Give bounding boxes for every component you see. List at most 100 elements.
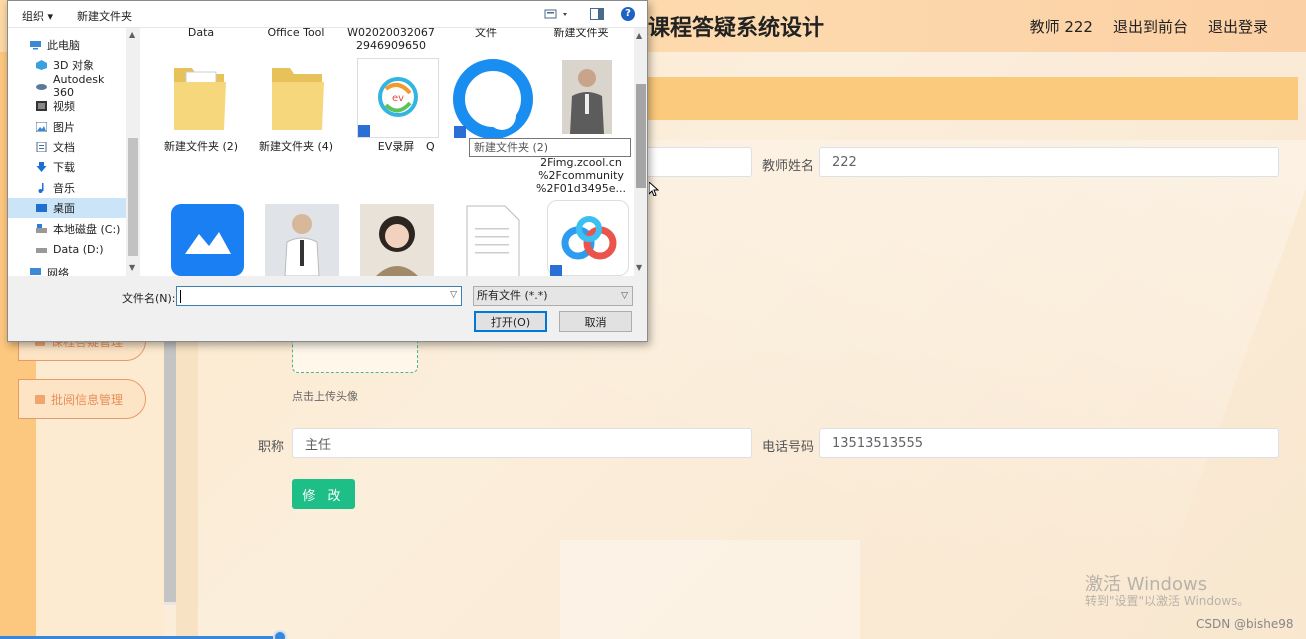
video-icon — [36, 101, 47, 111]
text-caret — [180, 290, 181, 303]
baidu-netdisk-icon[interactable] — [547, 200, 629, 276]
nav-item-drive-c[interactable]: 本地磁盘 (C:) — [8, 219, 126, 239]
chevron-down-icon[interactable]: ▽ — [450, 290, 457, 300]
music-icon — [38, 183, 44, 193]
preview-pane-icon[interactable] — [590, 8, 604, 23]
folder-icon[interactable] — [170, 62, 230, 137]
photo-icon[interactable] — [265, 204, 339, 276]
teacher-name-label: 教师姓名 — [762, 159, 815, 174]
file-tooltip: 新建文件夹 (2) — [469, 138, 631, 157]
nav-item-videos[interactable]: 视频 — [8, 96, 126, 116]
cancel-button[interactable]: 取消 — [559, 311, 632, 332]
nav-item-label: 文档 — [53, 141, 75, 154]
file-type-select[interactable]: 所有文件 (*.*) ▽ — [473, 286, 633, 306]
document-icon — [36, 142, 47, 152]
phone-label: 电话号码 — [762, 440, 815, 455]
photo-icon[interactable] — [360, 204, 434, 276]
page-title: 课程答疑系统设计 — [648, 16, 825, 41]
file-label[interactable]: 文件 — [441, 28, 531, 39]
chevron-down-icon: ▽ — [621, 291, 628, 301]
hidden-field-input[interactable] — [640, 147, 752, 177]
file-label[interactable]: Data — [156, 28, 246, 39]
dialog-toolbar: 组织 ▾ 新建文件夹 ? — [8, 1, 647, 28]
back-to-front-link[interactable]: 退出到前台 — [1113, 16, 1188, 37]
scroll-up-icon[interactable]: ▲ — [636, 31, 642, 40]
network-icon — [30, 268, 41, 275]
nav-item-label: 图片 — [53, 121, 75, 134]
meeting-app-icon[interactable] — [171, 204, 244, 276]
folder-icon[interactable] — [268, 62, 328, 137]
ev-recorder-icon[interactable]: ev — [357, 58, 439, 138]
nav-item-music[interactable]: 音乐 — [8, 178, 126, 198]
desktop-icon — [36, 204, 47, 212]
browser-icon[interactable] — [452, 58, 534, 143]
drive-icon — [36, 248, 47, 253]
nav-item-label: 此电脑 — [47, 39, 80, 52]
nav-item-documents[interactable]: 文档 — [8, 137, 126, 157]
sidebar-item-grading[interactable]: 批阅信息管理 — [18, 379, 146, 419]
nav-item-label: 网络 — [47, 267, 69, 276]
navigation-pane: 此电脑 3D 对象 Autodesk 360 视频 图片 文档 下载 音乐 桌面… — [8, 28, 140, 276]
nav-item-label: 3D 对象 — [53, 59, 94, 72]
phone-input[interactable]: 13513513555 — [819, 428, 1279, 458]
nav-item-network[interactable]: 网络 — [8, 263, 126, 276]
progress-handle[interactable] — [273, 630, 287, 639]
background-decoration — [560, 540, 860, 639]
nav-item-label: 视频 — [53, 100, 75, 113]
file-label[interactable]: Office Tool — [251, 28, 341, 39]
file-type-value: 所有文件 (*.*) — [477, 289, 548, 302]
help-icon[interactable]: ? — [621, 7, 635, 21]
file-label[interactable]: 2Fimg.zcool.cn %2Fcommunity %2F01d3495e.… — [536, 156, 626, 195]
submit-edit-button[interactable]: 修 改 — [292, 479, 355, 509]
nav-pane-scrollbar-thumb[interactable] — [128, 138, 138, 256]
file-pane-scrollbar-thumb[interactable] — [636, 84, 646, 188]
download-icon — [36, 162, 47, 172]
menu-icon — [35, 394, 45, 404]
file-open-dialog: 组织 ▾ 新建文件夹 ? 此电脑 3D 对象 Autodesk 360 视频 图… — [7, 0, 660, 342]
file-label[interactable]: W02020032067 2946909650 — [346, 28, 436, 52]
scroll-up-icon[interactable]: ▲ — [129, 30, 135, 39]
photo-icon[interactable] — [562, 60, 612, 134]
file-label[interactable]: 新建文件夹 (4) — [251, 140, 341, 153]
view-options-icon[interactable] — [544, 8, 570, 23]
file-label[interactable]: 新建文件夹 — [536, 28, 626, 39]
scroll-down-icon[interactable]: ▼ — [636, 263, 642, 272]
teacher-name-input[interactable]: 222 — [819, 147, 1279, 177]
nav-item-label: 桌面 — [53, 202, 75, 215]
picture-icon — [36, 122, 47, 132]
logout-link[interactable]: 退出登录 — [1208, 16, 1268, 37]
organize-button[interactable]: 组织 ▾ — [22, 8, 53, 24]
file-label[interactable]: Q — [426, 140, 446, 153]
nav-item-this-pc[interactable]: 此电脑 — [8, 35, 126, 55]
new-folder-button[interactable]: 新建文件夹 — [77, 8, 132, 24]
nav-item-label: 下载 — [53, 161, 75, 174]
cloud-icon — [36, 84, 47, 90]
nav-item-desktop[interactable]: 桌面 — [8, 198, 126, 218]
nav-item-label: 本地磁盘 (C:) — [53, 223, 121, 236]
content-header-band — [640, 77, 1298, 120]
nav-item-label: Data (D:) — [53, 242, 104, 256]
open-button[interactable]: 打开(O) — [474, 311, 547, 332]
header-nav: 教师 222 退出到前台 退出登录 — [1030, 16, 1268, 37]
title-input[interactable]: 主任 — [292, 428, 752, 458]
document-icon[interactable] — [463, 204, 523, 276]
filename-label: 文件名(N): — [122, 292, 176, 305]
drive-icon — [36, 224, 47, 233]
activation-watermark-hint: 转到"设置"以激活 Windows。 — [1085, 594, 1250, 608]
teacher-account-link[interactable]: 教师 222 — [1030, 16, 1093, 37]
svg-text:ev: ev — [392, 93, 404, 104]
nav-item-pictures[interactable]: 图片 — [8, 117, 126, 137]
cube-icon — [36, 60, 47, 70]
nav-item-downloads[interactable]: 下载 — [8, 157, 126, 177]
nav-item-3d-objects[interactable]: 3D 对象 — [8, 55, 126, 75]
title-label: 职称 — [258, 440, 285, 455]
csdn-watermark: CSDN @bishe98 — [1196, 617, 1294, 631]
nav-item-autodesk[interactable]: Autodesk 360 — [8, 73, 126, 99]
computer-icon — [30, 41, 41, 50]
filename-input[interactable]: ▽ — [176, 286, 462, 306]
avatar-upload-hint: 点击上传头像 — [292, 390, 358, 403]
file-label[interactable]: 新建文件夹 (2) — [156, 140, 246, 153]
nav-item-drive-d[interactable]: Data (D:) — [8, 239, 126, 259]
mouse-cursor-icon — [648, 180, 660, 199]
scroll-down-icon[interactable]: ▼ — [129, 263, 135, 272]
